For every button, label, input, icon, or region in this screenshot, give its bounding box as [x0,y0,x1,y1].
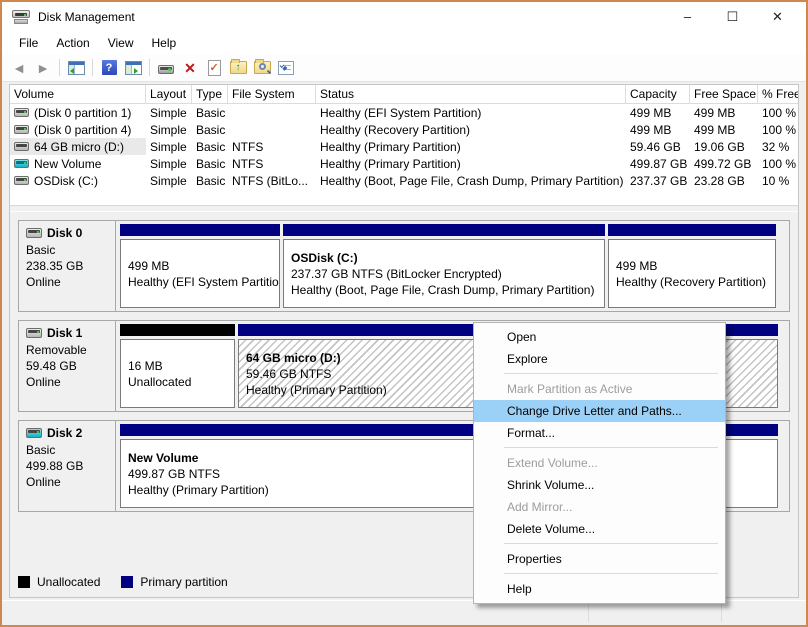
context-menu: Open Explore Mark Partition as Active Ch… [473,322,726,604]
volume-icon [14,142,29,151]
disk-management-window: Disk Management – ☐ ✕ File Action View H… [0,0,808,627]
disk-2-label[interactable]: Disk 2 Basic 499.88 GB Online [19,421,116,511]
column-header-layout[interactable]: Layout [146,85,192,104]
statusbar-divider [588,604,589,622]
check-document-icon[interactable] [203,57,225,79]
legend-unallocated-label: Unallocated [37,575,101,589]
menu-separator [504,543,718,544]
menu-separator [504,447,718,448]
back-icon[interactable]: ◄ [8,57,30,79]
menu-bar: File Action View Help [2,32,806,54]
menu-item-explore[interactable]: Explore [474,348,725,370]
disk-1-label[interactable]: Disk 1 Removable 59.48 GB Online [19,321,116,411]
partition-osdisk-c[interactable]: OSDisk (C:) 237.37 GB NTFS (BitLocker En… [283,224,605,308]
legend-primary-label: Primary partition [140,575,228,589]
disk-0-size: 238.35 GB [26,259,84,273]
drive-device-icon[interactable] [155,57,177,79]
open-folder-icon[interactable]: ↑ [227,57,249,79]
explore-folder-icon[interactable] [251,57,273,79]
toolbar-separator [92,59,93,76]
table-row[interactable]: OSDisk (C:) Simple Basic NTFS (BitLo... … [10,172,798,189]
toolbar-separator [149,59,150,76]
title-bar: Disk Management – ☐ ✕ [2,2,806,32]
disk-2-kind: Basic [26,443,56,457]
volume-icon [14,125,29,134]
disk-icon [26,428,42,438]
column-header-type[interactable]: Type [192,85,228,104]
disk-1-size: 59.48 GB [26,359,77,373]
menu-separator [504,373,718,374]
show-console-tree-icon[interactable] [65,57,87,79]
unallocated-swatch [18,576,30,588]
column-header-capacity[interactable]: Capacity [626,85,690,104]
disk-1-kind: Removable [26,343,87,357]
menu-item-add-mirror: Add Mirror... [507,500,573,514]
maximize-button[interactable]: ☐ [710,3,755,31]
primary-partition-swatch [121,576,134,588]
table-row-selected[interactable]: 64 GB micro (D:) Simple Basic NTFS Healt… [10,138,798,155]
volume-icon [14,108,29,117]
forward-icon[interactable]: ► [32,57,54,79]
close-button[interactable]: ✕ [755,3,800,31]
disk-0-state: Online [26,275,61,289]
pane-splitter[interactable] [10,205,798,212]
disk-band-0: Disk 0 Basic 238.35 GB Online 499 MB Hea… [18,220,790,312]
toolbar: ◄ ► ? ✕ ↑ [2,54,806,82]
table-row[interactable]: (Disk 0 partition 1) Simple Basic Health… [10,104,798,121]
menu-item-open[interactable]: Open [474,326,725,348]
partition-efi-system[interactable]: 499 MB Healthy (EFI System Partition) [120,224,280,308]
menu-item-change-drive-letter[interactable]: Change Drive Letter and Paths... [474,400,725,422]
column-header-file-system[interactable]: File System [228,85,316,104]
menu-item-help[interactable]: Help [474,578,725,600]
toolbar-separator [59,59,60,76]
menu-item-delete-volume[interactable]: Delete Volume... [474,518,725,540]
show-action-pane-icon[interactable] [122,57,144,79]
column-header-volume[interactable]: Volume [10,85,146,104]
disk-icon [26,328,42,338]
disk-0-kind: Basic [26,243,56,257]
properties-list-icon[interactable] [275,57,297,79]
volume-icon [14,159,29,168]
menu-item-shrink-volume[interactable]: Shrink Volume... [474,474,725,496]
partition-recovery[interactable]: 499 MB Healthy (Recovery Partition) [608,224,776,308]
volume-list-pane: Volume Layout Type File System Status Ca… [10,85,798,205]
disk-2-size: 499.88 GB [26,459,84,473]
window-title: Disk Management [38,10,135,24]
menu-view[interactable]: View [99,34,143,52]
volume-icon [14,176,29,185]
menu-item-mark-partition-active: Mark Partition as Active [507,382,633,396]
table-header: Volume Layout Type File System Status Ca… [10,85,798,104]
disk-icon [26,228,42,238]
table-row[interactable]: New Volume Simple Basic NTFS Healthy (Pr… [10,155,798,172]
minimize-button[interactable]: – [665,3,710,31]
partition-unallocated[interactable]: 16 MB Unallocated [120,324,235,408]
menu-file[interactable]: File [10,34,47,52]
app-icon [12,10,30,24]
disk-1-state: Online [26,375,61,389]
table-row[interactable]: (Disk 0 partition 4) Simple Basic Health… [10,121,798,138]
disk-0-label[interactable]: Disk 0 Basic 238.35 GB Online [19,221,116,311]
delete-icon[interactable]: ✕ [179,57,201,79]
statusbar-divider [721,604,722,622]
help-icon[interactable]: ? [98,57,120,79]
menu-action[interactable]: Action [47,34,98,52]
column-header-status[interactable]: Status [316,85,626,104]
menu-help[interactable]: Help [143,34,186,52]
disk-2-state: Online [26,475,61,489]
menu-separator [504,573,718,574]
column-header-pct-free[interactable]: % Free [758,85,798,104]
menu-item-format[interactable]: Format... [474,422,725,444]
menu-item-properties[interactable]: Properties [474,548,725,570]
menu-item-extend-volume: Extend Volume... [507,456,598,470]
column-header-free-space[interactable]: Free Space [690,85,758,104]
